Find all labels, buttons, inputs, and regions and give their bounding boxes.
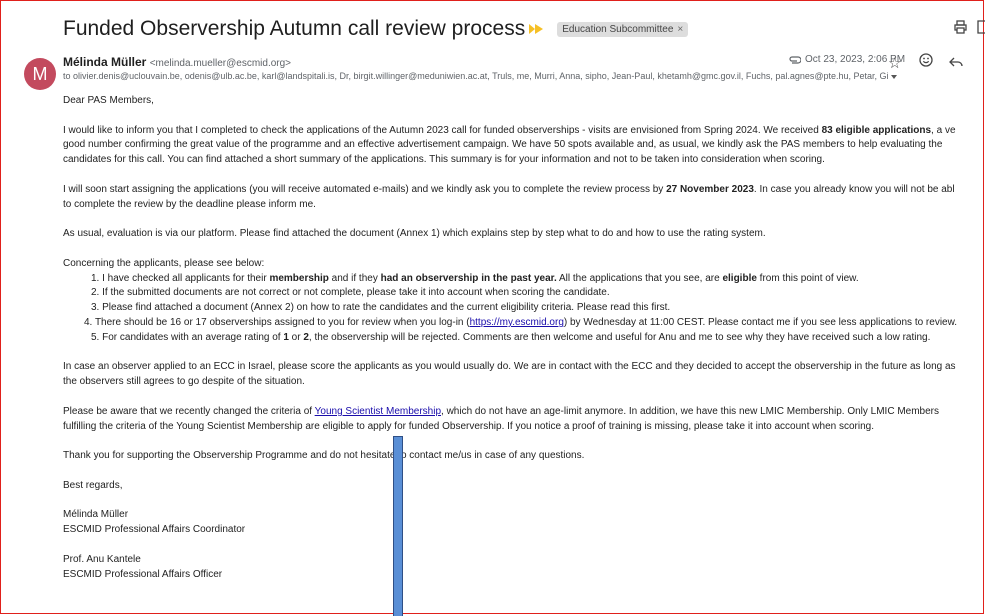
signature-1-name: Mélinda Müller: [63, 509, 129, 521]
avatar-initial: M: [32, 63, 48, 84]
sender-email: <melinda.mueller@escmid.org>: [149, 58, 292, 69]
star-icon[interactable]: ☆: [888, 54, 901, 72]
list-item: 4. There should be 16 or 17 observership…: [84, 316, 958, 328]
list-item: 1. I have checked all applicants for the…: [91, 272, 859, 284]
email-subject: Funded Observership Autumn call review p…: [63, 17, 526, 40]
attachment-icon: [789, 55, 801, 64]
new-window-icon[interactable]: [977, 20, 985, 34]
signature-1-title: ESCMID Professional Affairs Coordinator: [63, 524, 246, 536]
print-icon[interactable]: [954, 20, 967, 34]
list-item: 5. For candidates with an average rating…: [91, 331, 931, 343]
label-chip-text: Education Subcommittee: [562, 23, 674, 35]
paragraph-1-line-1: I would like to inform you that I comple…: [63, 124, 956, 136]
list-item: 3. Please find attached a document (Anne…: [91, 302, 671, 314]
list-item: 2. If the submitted documents are not co…: [91, 287, 610, 299]
sender-line: Mélinda Müller <melinda.mueller@escmid.o…: [63, 55, 291, 69]
greeting: Dear PAS Members,: [63, 95, 154, 106]
paragraph-2-line-1: I will soon start assigning the applicat…: [63, 183, 955, 195]
avatar: M: [24, 58, 56, 90]
paragraph-3: As usual, evaluation is via our platform…: [63, 228, 766, 240]
signature-2-name: Prof. Anu Kantele: [63, 553, 141, 565]
signature-2-title: ESCMID Professional Affairs Officer: [63, 568, 223, 580]
paragraph-4-intro: Concerning the applicants, please see be…: [63, 257, 265, 269]
paragraph-2-line-2: to complete the review by the deadline p…: [63, 198, 316, 210]
paragraph-5-line-1: In case an observer applied to an ECC in…: [63, 361, 956, 373]
paragraph-5-line-2: the observers still agrees to go despite…: [63, 376, 305, 388]
young-scientist-membership-link[interactable]: Young Scientist Membership: [315, 406, 441, 417]
label-remove-icon[interactable]: ×: [677, 24, 683, 35]
important-icon[interactable]: [529, 24, 544, 34]
sender-name[interactable]: Mélinda Müller: [63, 55, 146, 69]
label-chip[interactable]: Education Subcommittee ×: [557, 21, 689, 37]
paragraph-1-line-3: candidates for this call. You can find a…: [63, 154, 825, 166]
my-escmid-link[interactable]: https://my.escmid.org: [470, 317, 564, 328]
redaction-bar: [393, 436, 403, 616]
paragraph-1-line-2: good number confirming the great value o…: [63, 139, 943, 151]
recipients-line[interactable]: to olivier.denis@uclouvain.be, odenis@ul…: [63, 71, 983, 81]
recipients-text: to olivier.denis@uclouvain.be, odenis@ul…: [63, 71, 889, 81]
email-body: Dear PAS Members, I would like to inform…: [63, 94, 983, 582]
reply-icon[interactable]: [949, 56, 963, 68]
emoji-icon[interactable]: [919, 53, 933, 67]
paragraph-6-line-2: fulfilling the criteria of the Young Sci…: [63, 420, 875, 432]
paragraph-6-line-1: Please be aware that we recently changed…: [63, 405, 940, 417]
chevron-down-icon[interactable]: [890, 74, 897, 79]
closing: Best regards,: [63, 479, 123, 491]
paragraph-7: Thank you for supporting the Observershi…: [63, 450, 585, 462]
subject-row: Funded Observership Autumn call review p…: [63, 14, 689, 44]
